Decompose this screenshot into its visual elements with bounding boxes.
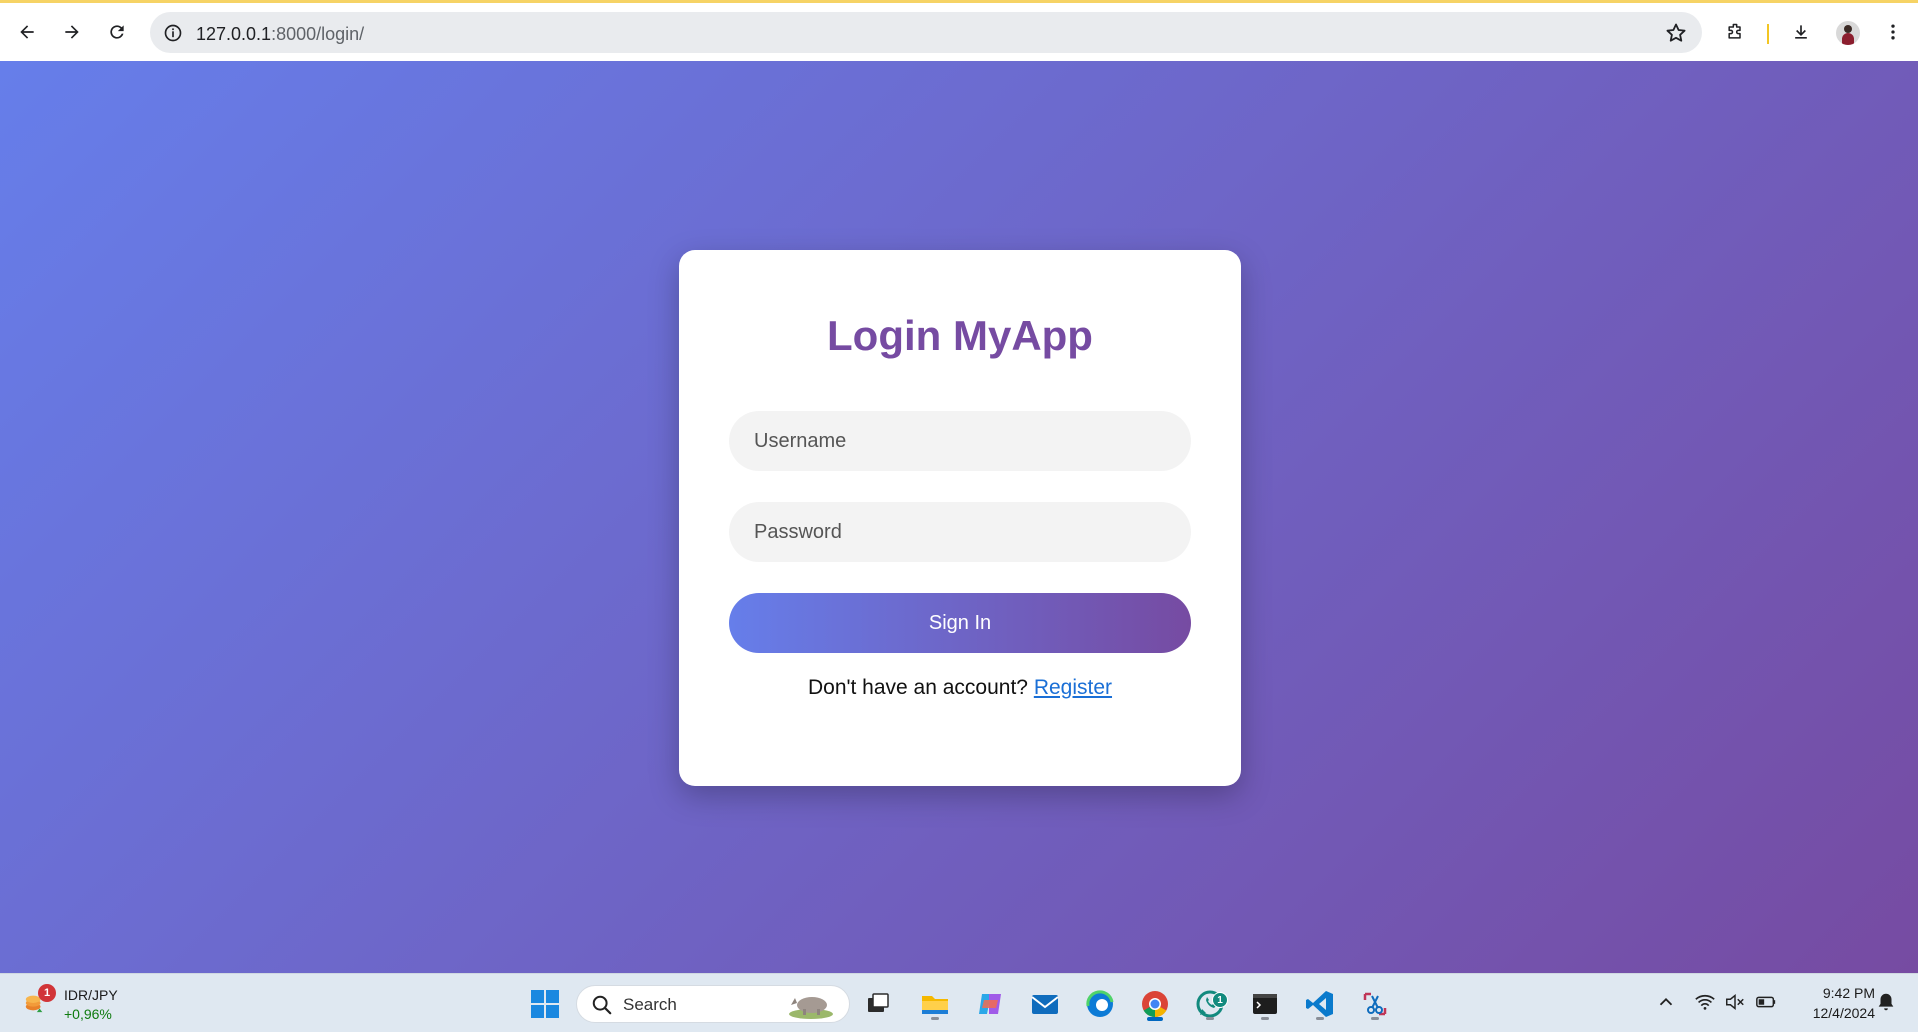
forward-button[interactable] <box>55 15 89 49</box>
extensions-button[interactable] <box>1718 15 1752 49</box>
mail-icon <box>1031 995 1059 1014</box>
task-view-icon <box>868 993 889 1012</box>
username-input[interactable] <box>729 411 1191 471</box>
whatsapp-button[interactable]: 1 <box>1192 986 1228 1022</box>
register-prompt-text: Don't have an account? <box>807 676 1034 699</box>
running-indicator <box>1206 1017 1214 1020</box>
active-indicator <box>1147 1017 1163 1021</box>
site-info-icon[interactable] <box>162 22 184 44</box>
search-icon <box>592 995 612 1015</box>
volume-muted-icon[interactable] <box>1724 991 1746 1013</box>
clock-time: 9:42 PM <box>1822 985 1875 1001</box>
mail-button[interactable] <box>1027 986 1063 1022</box>
file-explorer-button[interactable] <box>917 986 953 1022</box>
chrome-icon <box>1142 991 1168 1018</box>
edge-button[interactable] <box>1082 986 1118 1022</box>
vscode-button[interactable] <box>1302 986 1338 1022</box>
back-button[interactable] <box>10 15 44 49</box>
kebab-menu-icon <box>1891 24 1895 40</box>
battery-icon[interactable] <box>1755 991 1777 1013</box>
running-indicator <box>1316 1017 1324 1020</box>
browser-toolbar: 127.0.0.1:8000/login/ <box>0 3 1918 61</box>
arrow-left-icon <box>20 25 34 39</box>
taskbar-clock[interactable]: 9:42 PM 12/4/2024 <box>1795 983 1875 1023</box>
login-title: Login MyApp <box>827 312 1093 359</box>
whatsapp-badge: 1 <box>1212 992 1228 1008</box>
running-indicator <box>1371 1017 1379 1020</box>
copilot-icon <box>979 994 1001 1014</box>
running-indicator <box>1261 1017 1269 1020</box>
reload-button[interactable] <box>100 15 134 49</box>
market-widget[interactable]: 1 IDR/JPY +0,96% <box>22 984 132 1024</box>
download-icon <box>1795 25 1807 39</box>
notification-bell-icon[interactable] <box>1875 991 1897 1013</box>
edge-icon <box>1086 990 1114 1017</box>
windows-start-icon <box>531 990 559 1018</box>
snipping-tool-icon <box>1363 992 1387 1016</box>
address-bar[interactable]: 127.0.0.1:8000/login/ <box>150 12 1702 53</box>
clock-date: 12/4/2024 <box>1812 1005 1875 1021</box>
login-page: Login MyApp Sign In Don't have an accoun… <box>0 61 1918 973</box>
task-view-button[interactable] <box>860 986 896 1022</box>
rhino-icon <box>789 997 833 1019</box>
widget-change-value: +0,96% <box>64 1006 112 1022</box>
register-prompt-line: Don't have an account? Register <box>679 676 1241 700</box>
browser-menu-button[interactable] <box>1876 15 1910 49</box>
bookmark-star-icon[interactable] <box>1664 21 1688 45</box>
running-indicator <box>931 1017 939 1020</box>
chrome-button[interactable] <box>1137 986 1173 1022</box>
password-input[interactable] <box>729 502 1191 562</box>
taskbar-search[interactable]: Search <box>576 985 850 1023</box>
snipping-tool-button[interactable] <box>1357 986 1393 1022</box>
widget-currency-pair: IDR/JPY <box>64 987 118 1003</box>
start-button[interactable] <box>527 986 563 1022</box>
terminal-button[interactable] <box>1247 986 1283 1022</box>
url-host: 127.0.0.1 <box>196 24 272 44</box>
reload-icon <box>110 25 124 39</box>
downloads-button[interactable] <box>1784 15 1818 49</box>
file-explorer-icon <box>922 996 948 1014</box>
url-text[interactable]: 127.0.0.1:8000/login/ <box>196 24 364 45</box>
login-card: Login MyApp Sign In Don't have an accoun… <box>679 250 1241 786</box>
toolbar-divider <box>1767 24 1769 44</box>
taskbar: 1 IDR/JPY +0,96% Search 1 9:42 PM 12/4/2… <box>0 973 1918 1032</box>
puzzle-icon <box>1728 23 1741 39</box>
profile-avatar[interactable] <box>1836 21 1860 45</box>
sign-in-button[interactable]: Sign In <box>729 593 1191 653</box>
vscode-icon <box>1306 991 1333 1017</box>
url-path: :8000/login/ <box>271 24 365 44</box>
chevron-up-icon[interactable] <box>1655 991 1677 1013</box>
copilot-button[interactable] <box>972 986 1008 1022</box>
arrow-right-icon <box>65 25 79 39</box>
terminal-icon <box>1253 994 1277 1014</box>
taskbar-search-label: Search <box>623 995 677 1014</box>
register-link[interactable]: Register <box>1034 676 1112 699</box>
wifi-icon[interactable] <box>1694 991 1716 1013</box>
widget-notification-badge: 1 <box>38 984 56 1002</box>
